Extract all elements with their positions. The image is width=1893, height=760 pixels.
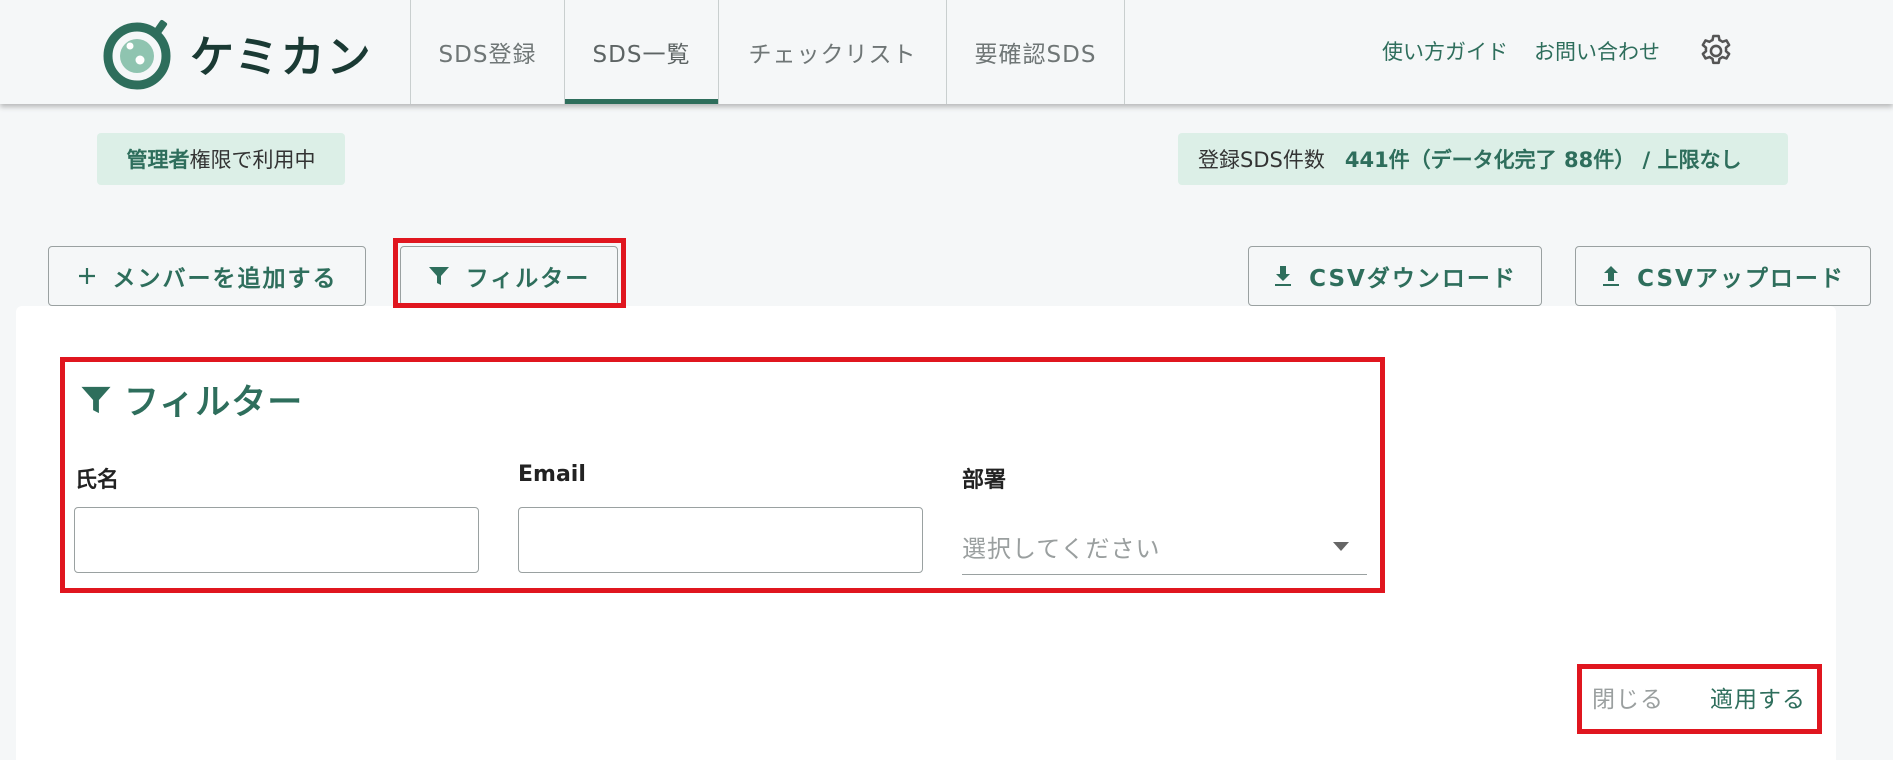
funnel-icon — [80, 383, 112, 417]
filter-label: フィルター — [465, 266, 591, 292]
name-input[interactable] — [74, 507, 479, 573]
flask-logo-icon — [103, 19, 171, 90]
csv-download-label: CSVダウンロード — [1309, 266, 1517, 292]
add-member-label: メンバーを追加する — [112, 266, 338, 292]
apply-button[interactable]: 適用する — [1710, 680, 1806, 714]
main-nav: SDS登録 SDS一覧 チェックリスト 要確認SDS — [410, 0, 1125, 104]
close-button[interactable]: 閉じる — [1592, 680, 1664, 714]
app-header: ケミカン SDS登録 SDS一覧 チェックリスト 要確認SDS 使い方ガイド お… — [0, 0, 1893, 104]
usage-guide-link[interactable]: 使い方ガイド — [1382, 36, 1508, 66]
role-name: 管理者 — [126, 148, 190, 172]
tab-review-sds[interactable]: 要確認SDS — [946, 0, 1125, 104]
email-input[interactable] — [518, 507, 923, 573]
plus-icon — [77, 266, 97, 286]
csv-upload-button[interactable]: CSVアップロード — [1575, 246, 1871, 306]
filter-button[interactable]: フィルター — [400, 246, 618, 306]
role-badge: 管理者 権限で利用中 — [97, 133, 345, 185]
sds-count-label: 登録SDS件数 — [1198, 148, 1325, 172]
role-suffix: 権限で利用中 — [189, 148, 316, 172]
filter-panel-title: フィルター — [80, 374, 303, 425]
caret-down-icon — [1333, 542, 1349, 551]
sds-count-badge: 登録SDS件数 441件（データ化完了 88件） / 上限なし — [1178, 133, 1788, 185]
department-label: 部署 — [962, 468, 1007, 493]
brand-logo[interactable]: ケミカン — [102, 16, 373, 90]
tab-sds-list[interactable]: SDS一覧 — [564, 0, 718, 104]
upload-icon — [1601, 265, 1621, 287]
gear-icon[interactable] — [1697, 32, 1735, 70]
brand-name: ケミカン — [190, 32, 373, 83]
department-placeholder: 選択してください — [962, 535, 1161, 563]
csv-upload-label: CSVアップロード — [1637, 266, 1845, 292]
header-links: 使い方ガイド お問い合わせ — [1382, 36, 1686, 66]
contact-link[interactable]: お問い合わせ — [1534, 36, 1660, 66]
filter-title-text: フィルター — [124, 383, 304, 423]
download-icon — [1273, 265, 1293, 287]
tab-sds-register[interactable]: SDS登録 — [410, 0, 564, 104]
funnel-icon — [428, 265, 450, 287]
email-label: Email — [518, 462, 586, 487]
tab-checklist[interactable]: チェックリスト — [718, 0, 946, 104]
name-label: 氏名 — [75, 468, 120, 493]
csv-download-button[interactable]: CSVダウンロード — [1248, 246, 1542, 306]
sds-count-value: 441件（データ化完了 88件） / 上限なし — [1344, 148, 1742, 172]
add-member-button[interactable]: メンバーを追加する — [48, 246, 366, 306]
department-select[interactable]: 選択してください — [962, 517, 1367, 575]
